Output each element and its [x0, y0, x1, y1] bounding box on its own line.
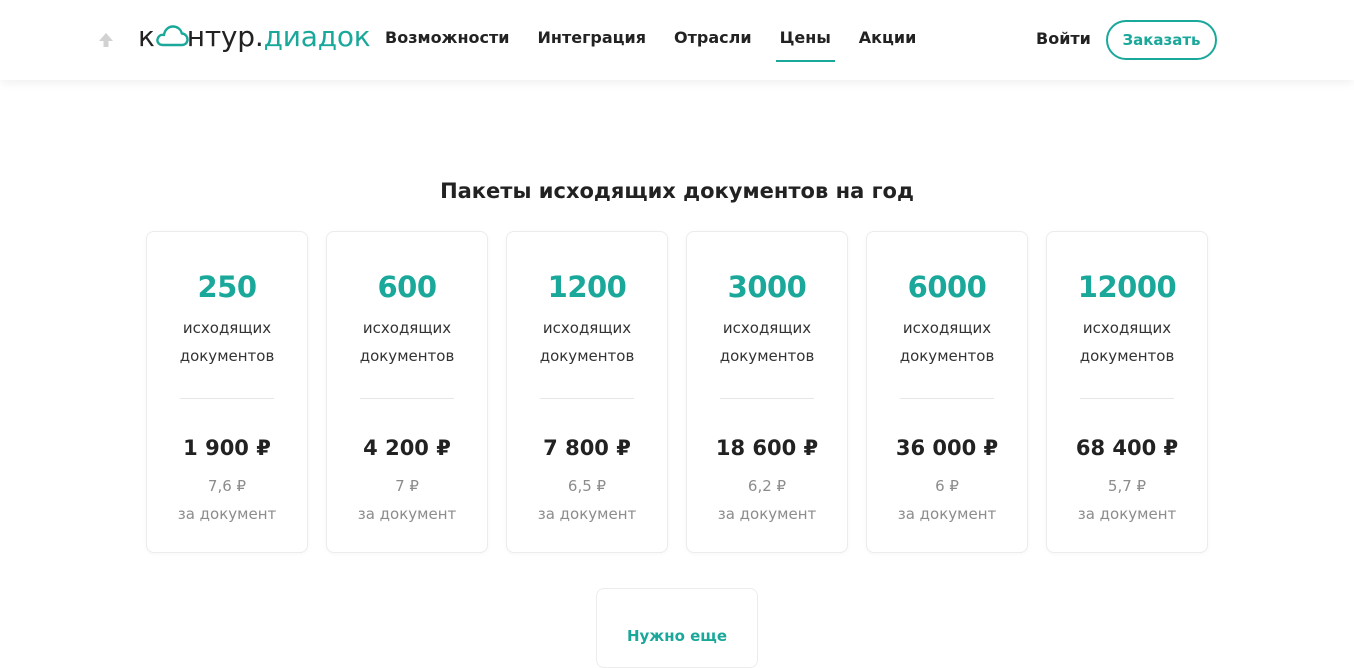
need-more-card[interactable]: Нужно еще	[596, 588, 758, 668]
package-card-6000[interactable]: 6000 исходящих документов 36 000 ₽ 6 ₽ з…	[866, 231, 1028, 553]
package-price: 4 200 ₽	[363, 436, 451, 460]
package-desc-line2: документов	[359, 347, 455, 365]
package-per-doc: 7 ₽ за документ	[327, 472, 487, 528]
divider	[540, 398, 634, 399]
package-price: 1 900 ₽	[183, 436, 271, 460]
package-desc-line2: документов	[1079, 347, 1175, 365]
per-doc-label: за документ	[177, 505, 277, 523]
nav-item-industries[interactable]: Отрасли	[674, 28, 752, 62]
logo-text-k: к	[138, 20, 155, 53]
package-count: 12000	[1077, 270, 1177, 304]
per-doc-price: 7 ₽	[395, 477, 419, 495]
login-link[interactable]: Войти	[1036, 29, 1091, 48]
section-title: Пакеты исходящих документов на год	[440, 179, 914, 203]
package-count: 3000	[727, 270, 807, 304]
logo-text-ntur: нтур.	[186, 20, 264, 53]
package-desc-line2: документов	[719, 347, 815, 365]
package-desc-line2: документов	[539, 347, 635, 365]
order-button[interactable]: Заказать	[1106, 20, 1217, 60]
nav-item-integration[interactable]: Интеграция	[538, 28, 647, 62]
package-per-doc: 5,7 ₽ за документ	[1047, 472, 1207, 528]
site-header: к нтур. диадок Возможности Интеграция От…	[0, 0, 1354, 80]
package-card-12000[interactable]: 12000 исходящих документов 68 400 ₽ 5,7 …	[1046, 231, 1208, 553]
package-count: 1200	[547, 270, 627, 304]
per-doc-label: за документ	[357, 505, 457, 523]
package-per-doc: 6,2 ₽ за документ	[687, 472, 847, 528]
package-count: 6000	[907, 270, 987, 304]
package-desc-line2: документов	[899, 347, 995, 365]
package-desc-line2: документов	[179, 347, 275, 365]
package-per-doc: 6 ₽ за документ	[867, 472, 1027, 528]
package-desc-line1: исходящих	[722, 319, 812, 337]
per-doc-price: 6,5 ₽	[567, 477, 607, 495]
package-description: исходящих документов	[327, 314, 487, 370]
per-doc-price: 5,7 ₽	[1107, 477, 1147, 495]
per-doc-price: 6,2 ₽	[747, 477, 787, 495]
logo-text-diadok: диадок	[263, 20, 371, 53]
package-description: исходящих документов	[867, 314, 1027, 370]
package-desc-line1: исходящих	[542, 319, 632, 337]
package-desc-line1: исходящих	[902, 319, 992, 337]
main-nav: Возможности Интеграция Отрасли Цены Акци…	[385, 28, 916, 62]
package-price: 18 600 ₽	[715, 436, 819, 460]
package-price: 36 000 ₽	[895, 436, 999, 460]
nav-item-promotions[interactable]: Акции	[859, 28, 917, 62]
package-price: 7 800 ₽	[543, 436, 631, 460]
divider	[180, 398, 274, 399]
logo[interactable]: к нтур. диадок	[138, 20, 371, 58]
package-desc-line1: исходящих	[362, 319, 452, 337]
per-doc-label: за документ	[537, 505, 637, 523]
arrow-up-icon[interactable]	[96, 30, 116, 50]
package-description: исходящих документов	[1047, 314, 1207, 370]
divider	[720, 398, 814, 399]
package-count: 250	[197, 270, 257, 304]
package-count: 600	[377, 270, 437, 304]
package-card-600[interactable]: 600 исходящих документов 4 200 ₽ 7 ₽ за …	[326, 231, 488, 553]
cloud-icon	[155, 23, 189, 49]
package-per-doc: 6,5 ₽ за документ	[507, 472, 667, 528]
package-description: исходящих документов	[147, 314, 307, 370]
package-description: исходящих документов	[507, 314, 667, 370]
package-description: исходящих документов	[687, 314, 847, 370]
per-doc-label: за документ	[897, 505, 997, 523]
package-card-3000[interactable]: 3000 исходящих документов 18 600 ₽ 6,2 ₽…	[686, 231, 848, 553]
divider	[900, 398, 994, 399]
package-price: 68 400 ₽	[1075, 436, 1179, 460]
package-card-1200[interactable]: 1200 исходящих документов 7 800 ₽ 6,5 ₽ …	[506, 231, 668, 553]
package-desc-line1: исходящих	[1082, 319, 1172, 337]
nav-item-prices[interactable]: Цены	[775, 28, 836, 62]
per-doc-price: 7,6 ₽	[207, 477, 247, 495]
nav-item-features[interactable]: Возможности	[385, 28, 510, 62]
need-more-label: Нужно еще	[626, 627, 728, 645]
package-desc-line1: исходящих	[182, 319, 272, 337]
package-per-doc: 7,6 ₽ за документ	[147, 472, 307, 528]
per-doc-label: за документ	[717, 505, 817, 523]
divider	[360, 398, 454, 399]
divider	[1080, 398, 1174, 399]
per-doc-price: 6 ₽	[935, 477, 959, 495]
package-card-250[interactable]: 250 исходящих документов 1 900 ₽ 7,6 ₽ з…	[146, 231, 308, 553]
per-doc-label: за документ	[1077, 505, 1177, 523]
